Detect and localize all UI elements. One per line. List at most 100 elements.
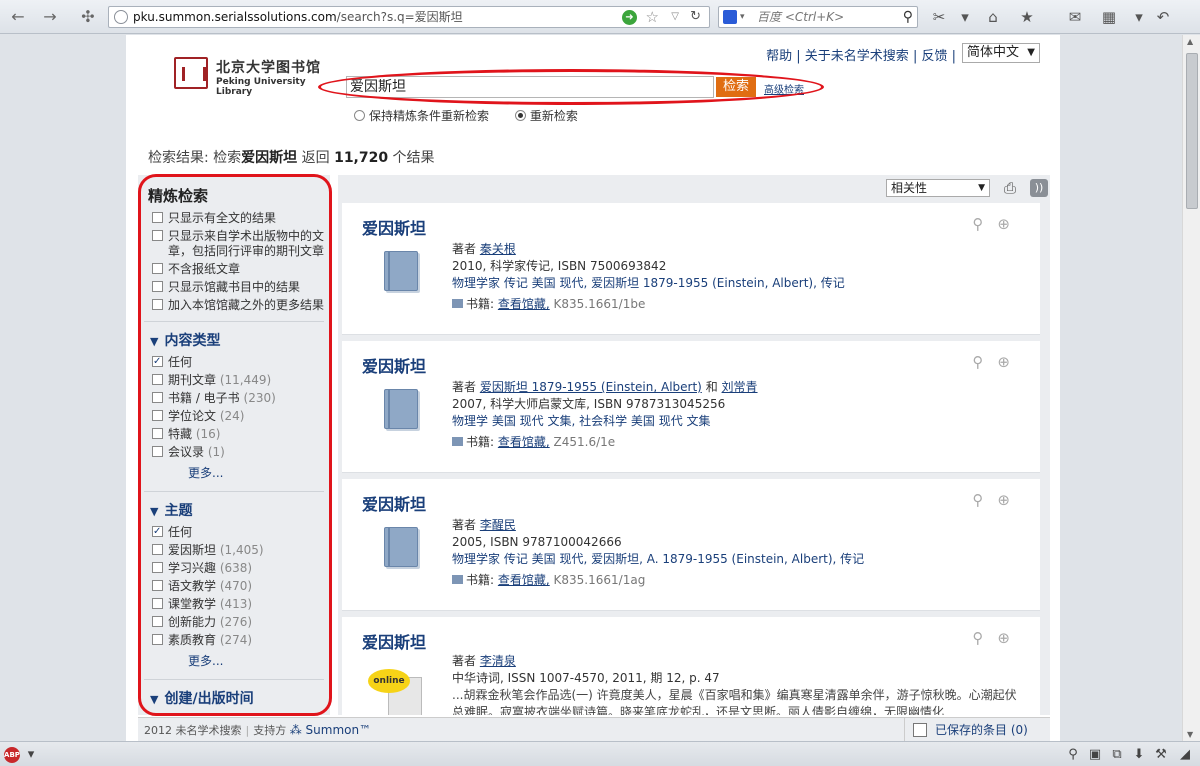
- new-search-option[interactable]: 重新检索: [514, 109, 578, 123]
- go-icon[interactable]: ➜: [622, 10, 637, 25]
- window-icon[interactable]: ⧉: [1108, 746, 1126, 764]
- refine-option[interactable]: 不含报纸文章: [138, 261, 330, 279]
- dropdown-icon[interactable]: ▾: [22, 746, 40, 764]
- site-identity-icon[interactable]: [114, 10, 128, 24]
- book-cover-icon[interactable]: [384, 389, 418, 429]
- library-logo[interactable]: 北京大学图书馆 Peking University Library: [174, 57, 324, 97]
- refine-option[interactable]: 加入本馆馆藏之外的更多结果: [138, 297, 330, 315]
- save-item-icon[interactable]: ⊕: [997, 491, 1010, 509]
- refine-option[interactable]: 只显示有全文的结果: [138, 210, 330, 228]
- content-type-item[interactable]: 会议录 (1): [138, 444, 330, 462]
- radio-keep[interactable]: [354, 110, 365, 121]
- checkbox[interactable]: [152, 281, 163, 292]
- view-holdings-link[interactable]: 查看馆藏,: [498, 297, 550, 311]
- author-link[interactable]: 爱因斯坦 1879-1955 (Einstein, Albert): [480, 380, 702, 394]
- mail-icon[interactable]: ✉: [1066, 8, 1084, 26]
- book-cover-icon[interactable]: [384, 527, 418, 567]
- checkbox[interactable]: [152, 299, 163, 310]
- dropdown-icon[interactable]: ▾: [1130, 8, 1148, 26]
- search-input[interactable]: 爱因斯坦: [346, 76, 714, 98]
- checkbox[interactable]: [152, 634, 163, 645]
- tools-icon[interactable]: ⚒: [1152, 746, 1170, 764]
- radio-new[interactable]: [514, 110, 526, 121]
- adblock-icon[interactable]: ABP: [4, 747, 20, 763]
- zoom-icon[interactable]: ⚲: [1064, 746, 1082, 764]
- keep-refinements-option[interactable]: 保持精炼条件重新检索: [354, 109, 489, 123]
- checkbox[interactable]: [152, 410, 163, 421]
- checkbox[interactable]: [152, 230, 163, 241]
- result-subjects[interactable]: 物理学家 传记 美国 现代, 爱因斯坦, A. 1879-1955 (Einst…: [452, 551, 1022, 568]
- checkbox[interactable]: [152, 598, 163, 609]
- rss-icon[interactable]: )): [1030, 179, 1048, 197]
- url-history-dropdown-icon[interactable]: ▽: [671, 7, 679, 27]
- undo-icon[interactable]: ↶: [1154, 8, 1172, 26]
- content-type-item[interactable]: 期刊文章 (11,449): [138, 372, 330, 390]
- subject-heading[interactable]: ▼ 主题: [138, 492, 330, 524]
- search-engine-dropdown-icon[interactable]: ▾: [740, 7, 745, 27]
- save-item-icon[interactable]: ⊕: [997, 215, 1010, 233]
- subject-item[interactable]: 学习兴趣 (638): [138, 560, 330, 578]
- subject-item[interactable]: 创新能力 (276): [138, 614, 330, 632]
- checkbox[interactable]: [152, 212, 163, 223]
- url-bar[interactable]: pku.summon.serialssolutions.com/search?s…: [108, 6, 710, 28]
- bookmark-star-icon[interactable]: ☆: [646, 7, 659, 27]
- author-link[interactable]: 李清泉: [480, 654, 516, 668]
- result-subjects[interactable]: 物理学家 传记 美国 现代, 爱因斯坦 1879-1955 (Einstein,…: [452, 275, 1022, 292]
- subject-item[interactable]: 课堂教学 (413): [138, 596, 330, 614]
- view-holdings-link[interactable]: 查看馆藏,: [498, 573, 550, 587]
- subject-more-link[interactable]: 更多...: [138, 650, 330, 673]
- checkbox[interactable]: [152, 392, 163, 403]
- preview-icon[interactable]: ⚲: [972, 353, 983, 371]
- preview-icon[interactable]: ⚲: [972, 491, 983, 509]
- content-type-more-link[interactable]: 更多...: [138, 462, 330, 485]
- checkbox[interactable]: [152, 428, 163, 439]
- checkbox[interactable]: [152, 374, 163, 385]
- dropdown-icon[interactable]: ▾: [956, 8, 974, 26]
- help-link[interactable]: 帮助: [766, 49, 792, 64]
- checkbox[interactable]: [152, 354, 163, 369]
- print-icon[interactable]: ⎙: [1004, 179, 1022, 197]
- search-engine-icon[interactable]: [723, 10, 737, 24]
- subject-item[interactable]: 素质教育 (274): [138, 632, 330, 650]
- subject-item[interactable]: 语文教学 (470): [138, 578, 330, 596]
- share-icon[interactable]: ✣: [78, 7, 98, 27]
- author-link[interactable]: 刘常青: [722, 380, 758, 394]
- advanced-search-link[interactable]: 高级检索: [764, 81, 804, 96]
- screenshot-icon[interactable]: ✂: [930, 8, 948, 26]
- checkbox[interactable]: [152, 580, 163, 591]
- search-button[interactable]: 检索: [716, 77, 756, 97]
- author-link[interactable]: 秦关根: [480, 242, 516, 256]
- download-icon[interactable]: ⬇: [1130, 746, 1148, 764]
- refine-option[interactable]: 只显示来自学术出版物中的文章，包括同行评审的期刊文章: [138, 228, 330, 261]
- content-type-heading[interactable]: ▼ 内容类型: [138, 322, 330, 354]
- content-type-item[interactable]: 任何: [138, 354, 330, 372]
- scroll-down-icon[interactable]: ▼: [1187, 730, 1193, 739]
- result-subjects[interactable]: 物理学 美国 现代 文集, 社会科学 美国 现代 文集: [452, 413, 1022, 430]
- page-scrollbar[interactable]: ▲ ▼: [1182, 35, 1200, 741]
- subject-item[interactable]: 任何: [138, 524, 330, 542]
- reload-icon[interactable]: ↻: [690, 7, 701, 27]
- sort-select[interactable]: 相关性 ▼: [886, 179, 990, 197]
- search-icon[interactable]: ⚲: [903, 7, 913, 27]
- view-icon[interactable]: ▣: [1086, 746, 1104, 764]
- browser-search-box[interactable]: ▾ 百度 <Ctrl+K> ⚲: [718, 6, 918, 28]
- result-title[interactable]: 爱因斯坦: [362, 491, 426, 515]
- checkbox[interactable]: [152, 562, 163, 573]
- book-cover-icon[interactable]: [384, 251, 418, 291]
- checkbox[interactable]: [152, 446, 163, 457]
- result-title[interactable]: 爱因斯坦: [362, 215, 426, 239]
- content-type-item[interactable]: 学位论文 (24): [138, 408, 330, 426]
- about-link[interactable]: 关于未名学术搜索: [805, 49, 909, 64]
- refine-option[interactable]: 只显示馆藏书目中的结果: [138, 279, 330, 297]
- resize-grip-icon[interactable]: ◢: [1176, 746, 1194, 764]
- preview-icon[interactable]: ⚲: [972, 215, 983, 233]
- forward-icon[interactable]: →: [40, 7, 60, 27]
- result-title[interactable]: 爱因斯坦: [362, 629, 426, 653]
- content-type-item[interactable]: 书籍 / 电子书 (230): [138, 390, 330, 408]
- saved-items-button[interactable]: 已保存的条目 (0): [904, 718, 1050, 742]
- scroll-up-icon[interactable]: ▲: [1187, 37, 1193, 46]
- preview-icon[interactable]: ⚲: [972, 629, 983, 647]
- date-any[interactable]: 任何: [138, 712, 330, 715]
- save-item-icon[interactable]: ⊕: [997, 629, 1010, 647]
- scrollbar-thumb[interactable]: [1186, 53, 1198, 209]
